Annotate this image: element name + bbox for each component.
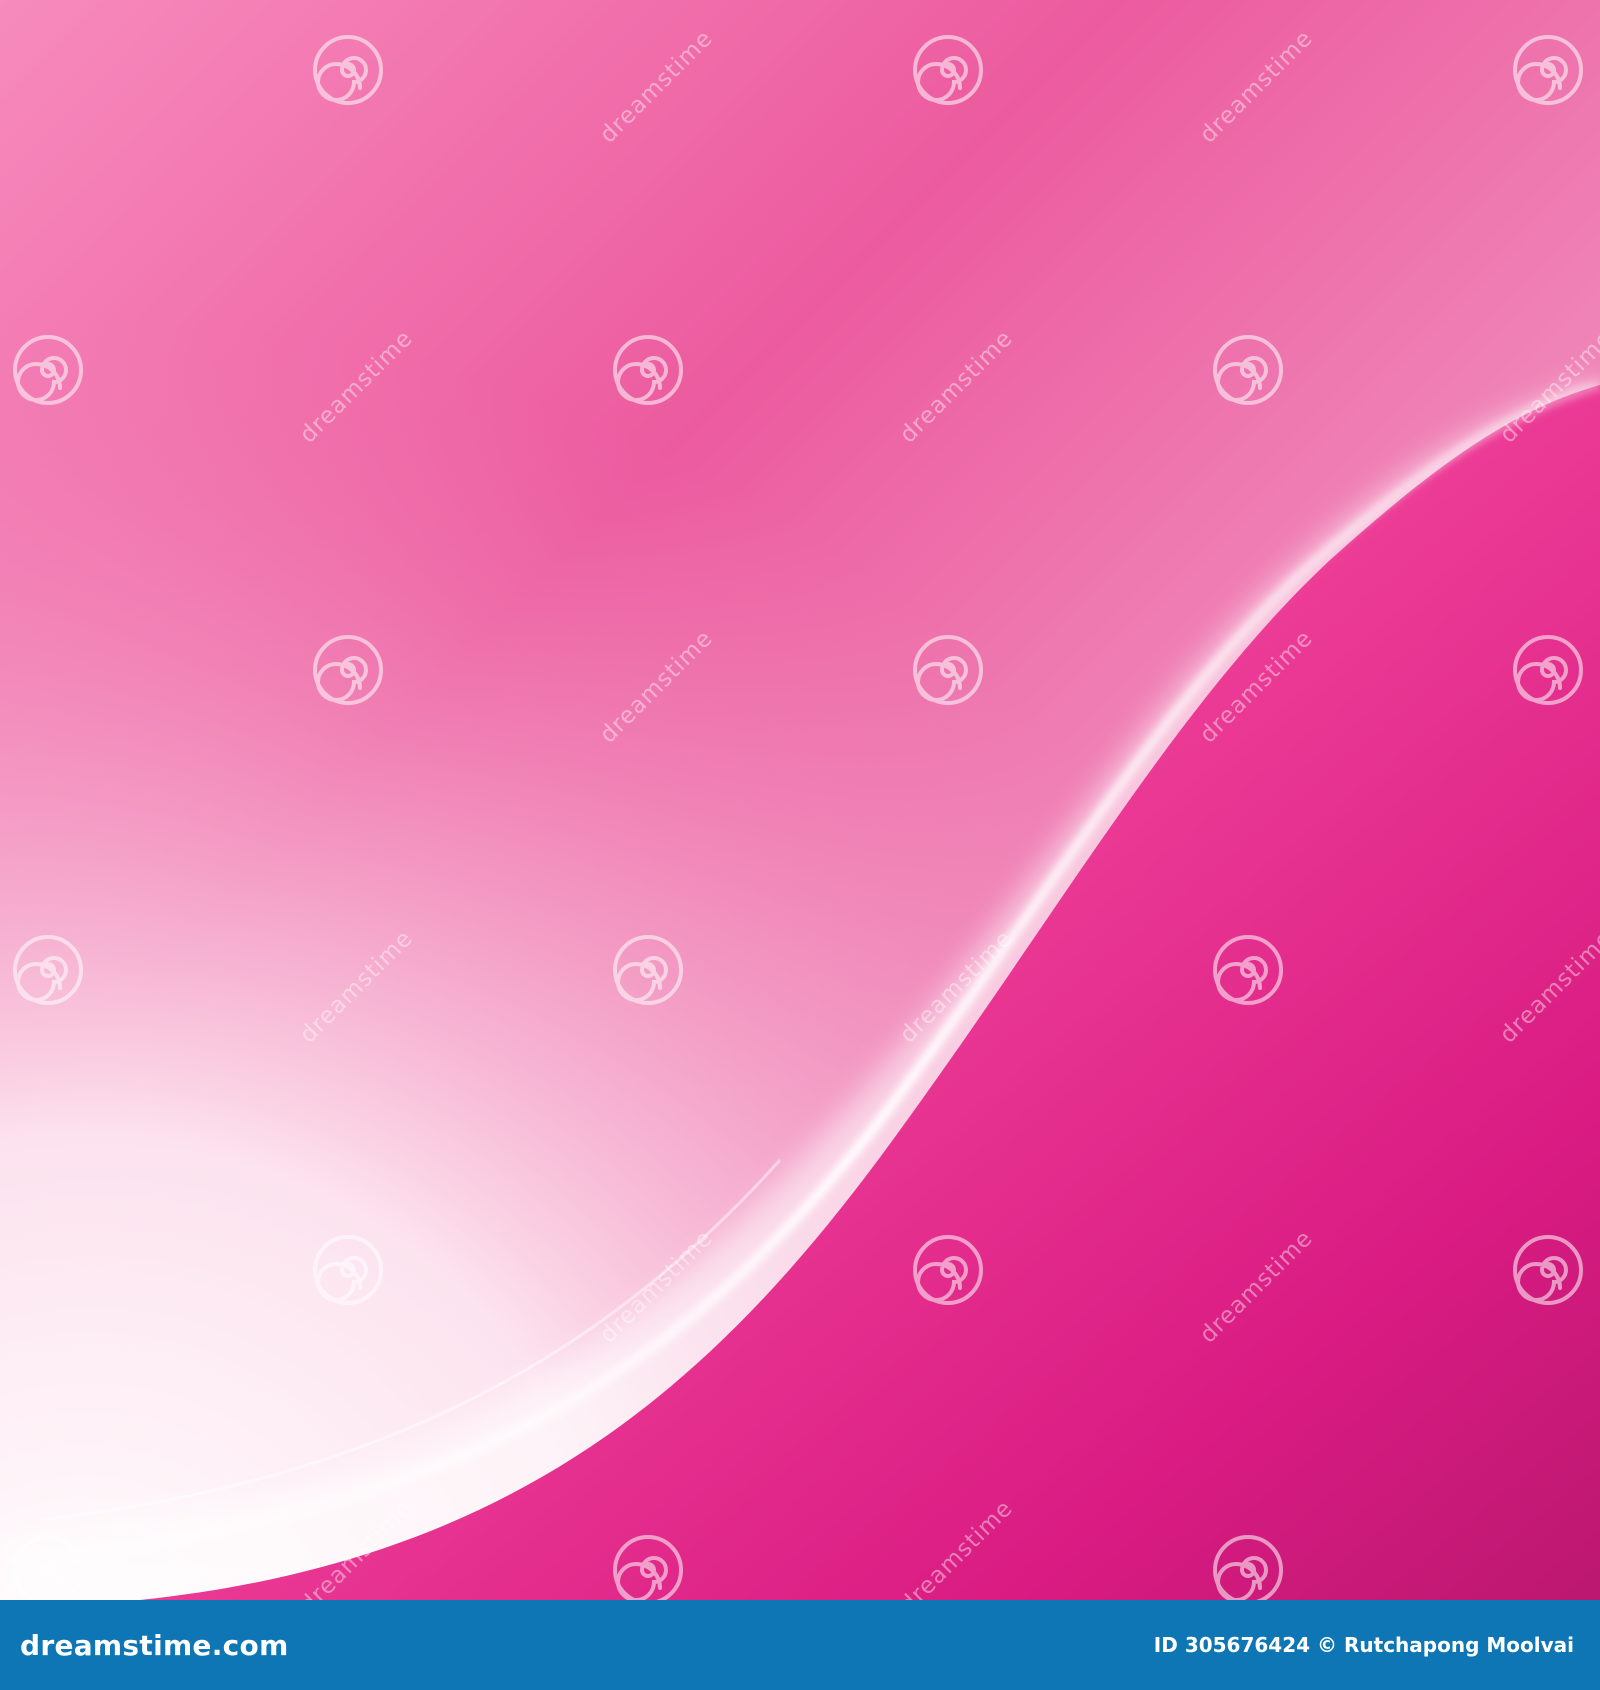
image-id: 305676424 — [1184, 1633, 1311, 1657]
abstract-wave-svg — [0, 0, 1600, 1600]
pink-wave-artwork — [0, 0, 1600, 1600]
stock-image-frame: dreamstime dreamstime dreamstime dreamstime… — [0, 0, 1600, 1690]
id-label: ID — [1153, 1633, 1178, 1657]
footer-credit: ID 305676424 © Rutchapong Moolvai — [1154, 1633, 1574, 1657]
author-name: Rutchapong Moolvai — [1344, 1633, 1574, 1657]
footer-bar: dreamstime.com ID 305676424 © Rutchapong… — [0, 1600, 1600, 1690]
copyright-icon: © — [1317, 1633, 1338, 1657]
footer-brand: dreamstime.com — [20, 1628, 289, 1662]
